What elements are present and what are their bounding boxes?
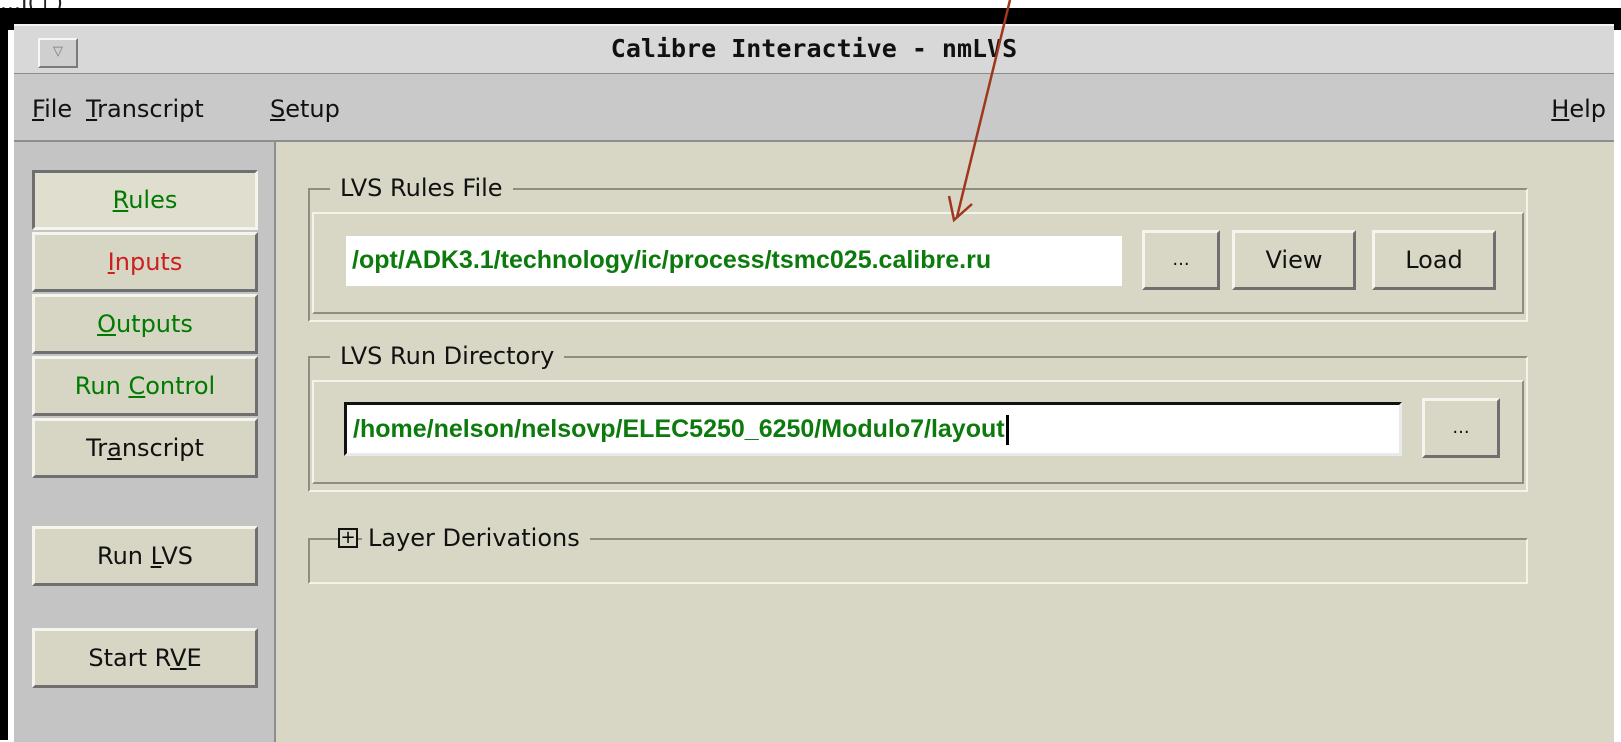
expand-plus-icon[interactable]: + xyxy=(338,528,358,548)
run-lvs-label-rest: VS xyxy=(161,542,194,570)
background-window-strip: ...Ĩ(↑) xyxy=(0,0,1621,16)
run-directory-path-text: /home/nelson/nelsovp/ELEC5250_6250/Modul… xyxy=(353,415,1005,443)
start-rve-mnemonic: V xyxy=(170,644,187,672)
start-rve-label-rest: E xyxy=(186,644,202,672)
run-lvs-button[interactable]: Run LVS xyxy=(32,526,258,586)
layer-derivations-title[interactable]: Layer Derivations xyxy=(362,522,590,554)
menu-setup-label: etup xyxy=(285,95,340,123)
menu-bar: File Transcript Setup Help xyxy=(14,74,1614,142)
run-directory-browse-button[interactable]: ... xyxy=(1422,398,1500,458)
main-panel: LVS Rules File /opt/ADK3.1/technology/ic… xyxy=(276,142,1614,742)
rules-file-browse-button[interactable]: ... xyxy=(1142,230,1220,290)
menu-file-mnemonic: F xyxy=(32,95,45,123)
menu-setup-mnemonic: S xyxy=(270,95,286,123)
run-control-label-rest: ontrol xyxy=(145,372,216,400)
run-directory-inset: /home/nelson/nelsovp/ELEC5250_6250/Modul… xyxy=(312,380,1524,484)
start-rve-label-pre: Start R xyxy=(88,644,171,672)
text-cursor xyxy=(1005,415,1009,446)
run-lvs-label-pre: Run xyxy=(96,542,151,570)
menu-setup[interactable]: Setup xyxy=(270,74,340,144)
transcript-label-rest: nscript xyxy=(121,434,204,462)
menu-help[interactable]: Help xyxy=(1551,74,1606,144)
rules-file-inset: /opt/ADK3.1/technology/ic/process/tsmc02… xyxy=(312,212,1524,314)
run-directory-group-title: LVS Run Directory xyxy=(330,340,565,372)
window-title: Calibre Interactive - nmLVS xyxy=(610,34,1018,63)
outputs-mnemonic: O xyxy=(97,310,116,338)
inputs-label: nputs xyxy=(114,248,183,276)
rules-file-view-button[interactable]: View xyxy=(1232,230,1356,290)
transcript-label-pre: Tr xyxy=(86,434,108,462)
sidebar-item-rules[interactable]: Rules xyxy=(32,170,258,230)
run-control-mnemonic: C xyxy=(128,372,146,400)
sidebar-item-run-control[interactable]: Run Control xyxy=(32,356,258,416)
menu-file[interactable]: File xyxy=(32,74,72,144)
title-bar: ▽ Calibre Interactive - nmLVS xyxy=(14,24,1614,74)
run-lvs-mnemonic: L xyxy=(150,542,162,570)
outputs-label: utputs xyxy=(115,310,193,338)
rules-file-load-button[interactable]: Load xyxy=(1372,230,1496,290)
sidebar-item-outputs[interactable]: Outputs xyxy=(32,294,258,354)
window-frame-left xyxy=(0,28,8,740)
menu-transcript[interactable]: Transcript xyxy=(86,74,204,144)
transcript-mnemonic: a xyxy=(107,434,122,462)
menu-help-label: elp xyxy=(1569,95,1606,123)
inputs-mnemonic: I xyxy=(107,248,115,276)
rules-mnemonic: R xyxy=(112,186,129,214)
rules-label: ules xyxy=(128,186,178,214)
run-control-label-pre: Run xyxy=(74,372,129,400)
start-rve-button[interactable]: Start RVE xyxy=(32,628,258,688)
sidebar-item-inputs[interactable]: Inputs xyxy=(32,232,258,292)
layer-derivations-group: + Layer Derivations xyxy=(308,522,1528,584)
rules-file-group-title: LVS Rules File xyxy=(330,172,513,204)
menu-help-mnemonic: H xyxy=(1551,95,1570,123)
menu-transcript-mnemonic: T xyxy=(86,95,98,123)
run-directory-path-field[interactable]: /home/nelson/nelsovp/ELEC5250_6250/Modul… xyxy=(344,402,1402,456)
sidebar-item-transcript[interactable]: Transcript xyxy=(32,418,258,478)
menu-transcript-label: ranscript xyxy=(97,95,204,123)
menu-file-label: ile xyxy=(44,95,73,123)
rules-file-group: LVS Rules File /opt/ADK3.1/technology/ic… xyxy=(308,172,1528,322)
sidebar: Rules Inputs Outputs Run Control Transcr… xyxy=(14,142,276,742)
rules-file-path-field[interactable]: /opt/ADK3.1/technology/ic/process/tsmc02… xyxy=(346,236,1122,286)
run-directory-group: LVS Run Directory /home/nelson/nelsovp/E… xyxy=(308,340,1528,492)
